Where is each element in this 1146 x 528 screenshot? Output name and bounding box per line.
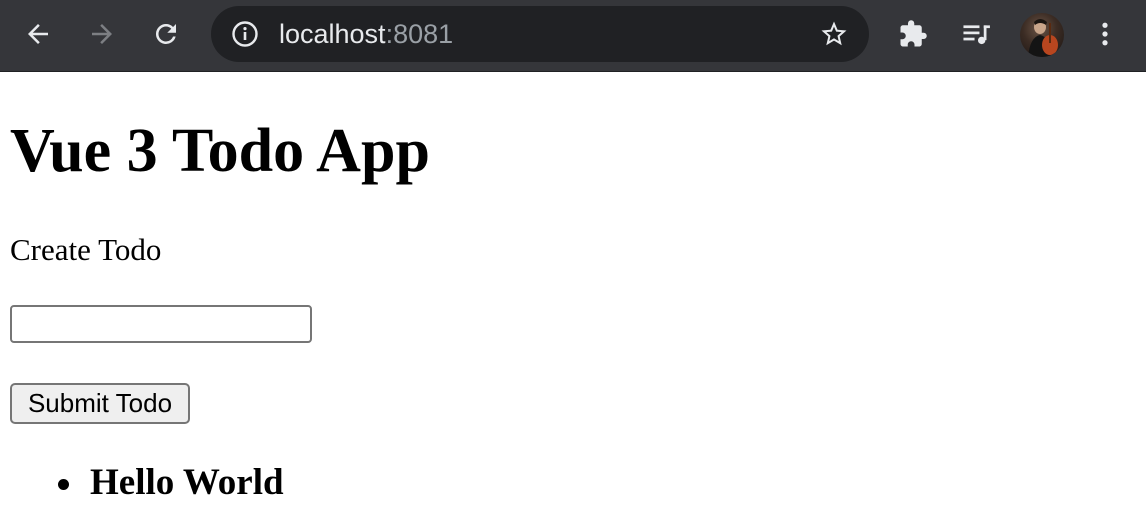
page-title: Vue 3 Todo App — [10, 117, 430, 185]
url-text[interactable]: localhost:8081 — [279, 19, 453, 49]
url-port: :8081 — [385, 19, 454, 49]
puzzle-icon — [898, 19, 928, 49]
forward-button[interactable] — [82, 14, 122, 54]
address-bar[interactable]: localhost:8081 — [211, 6, 869, 62]
star-icon[interactable] — [819, 19, 849, 49]
back-button[interactable] — [18, 14, 58, 54]
todo-input[interactable] — [10, 305, 312, 343]
media-control-button[interactable] — [957, 14, 997, 54]
create-todo-label: Create Todo — [10, 232, 162, 267]
page-content: Vue 3 Todo App Create Todo Submit Todo H… — [0, 72, 1146, 528]
arrow-right-icon — [87, 19, 117, 49]
avatar[interactable] — [1020, 13, 1064, 57]
reload-button[interactable] — [146, 14, 186, 54]
browser-toolbar: localhost:8081 — [0, 0, 1146, 72]
arrow-left-icon — [23, 19, 53, 49]
todo-item-text: Hello World — [90, 462, 284, 503]
submit-todo-button[interactable]: Submit Todo — [10, 383, 190, 424]
info-icon[interactable] — [231, 20, 259, 48]
list-bullet — [58, 479, 69, 490]
media-queue-icon — [961, 19, 993, 49]
browser-menu-button[interactable] — [1085, 14, 1125, 54]
extensions-button[interactable] — [893, 14, 933, 54]
kebab-menu-icon — [1090, 19, 1120, 49]
reload-icon — [151, 19, 181, 49]
url-host: localhost — [279, 19, 386, 49]
